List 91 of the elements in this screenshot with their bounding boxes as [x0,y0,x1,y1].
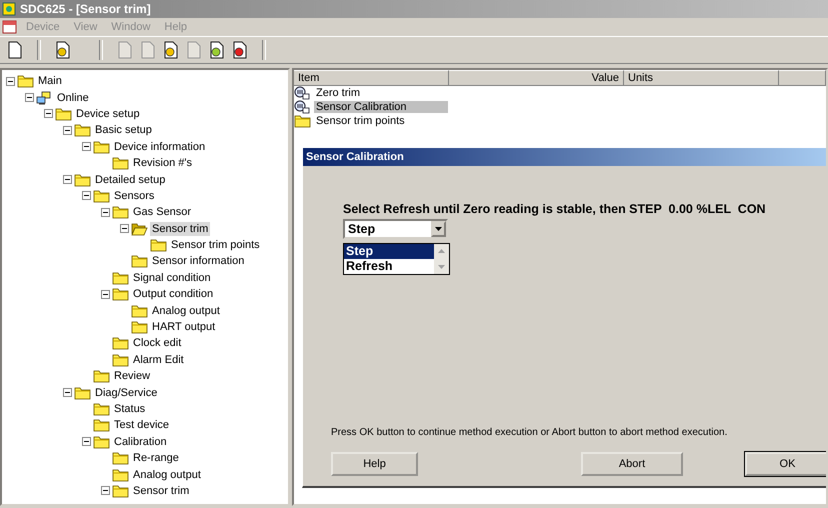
tree-item[interactable]: Detailed setup [93,172,168,187]
step-dropdown[interactable]: Step [343,219,448,239]
list-item[interactable]: Sensor Calibration [314,101,448,113]
tree-item[interactable]: Alarm Edit [131,352,186,367]
folder-icon [112,336,129,350]
collapse-toggle[interactable] [82,437,91,446]
folder-icon [294,114,311,128]
column-header[interactable]: Units [624,70,779,86]
folder-icon [93,140,110,154]
folder-icon [112,205,129,220]
tree-item[interactable]: HART output [150,320,218,334]
collapse-toggle[interactable] [44,109,53,118]
dropdown-option[interactable]: Step [344,244,434,259]
list-item[interactable]: Sensor trim points [314,115,448,127]
folder-icon [93,434,110,449]
collapse-toggle[interactable] [63,126,72,135]
collapse-toggle[interactable] [63,175,72,184]
column-header[interactable] [779,70,826,86]
document-icon[interactable] [2,19,18,35]
open-folder-icon [131,222,148,236]
folder-icon [112,156,129,170]
folder-icon [150,238,167,252]
window-title: SDC625 - [Sensor trim] [20,2,151,16]
column-header[interactable]: Item [294,70,449,86]
folder-icon [74,172,91,187]
tree-item[interactable]: Output condition [131,287,216,302]
collapse-toggle[interactable] [82,191,91,200]
document-icon[interactable] [208,41,226,59]
network-computers-icon [36,90,53,105]
tree-item[interactable]: Sensor trim points [169,238,262,252]
tree-item[interactable]: Sensor information [150,254,246,268]
dropdown-option[interactable]: Refresh [344,259,434,274]
folder-icon [55,106,72,121]
collapse-toggle[interactable] [25,93,34,102]
tree-item[interactable]: Test device [112,418,172,432]
folder-icon [74,386,91,400]
folder-icon [93,188,110,203]
collapse-toggle[interactable] [120,224,129,234]
app-icon [2,2,16,16]
tree-item[interactable]: Main [36,74,64,88]
tree-item[interactable]: Signal condition [131,270,213,285]
folder-icon [17,74,34,88]
tree-item[interactable]: Sensors [112,188,156,203]
tree-item[interactable]: Gas Sensor [131,205,194,220]
dialog-button[interactable]: Abort [581,452,683,476]
folder-icon [93,402,110,416]
tree-item[interactable]: Analog output [150,304,222,318]
list-item[interactable]: Zero trim [314,87,448,99]
folder-icon [93,418,110,432]
tree-item[interactable]: Analog output [131,468,203,482]
tree-item[interactable]: Sensor trim [150,222,210,236]
folder-icon [74,123,91,138]
collapse-toggle[interactable] [101,486,110,496]
dropdown-arrow-icon [435,227,442,231]
dialog-title: Sensor Calibration [303,148,826,166]
tree-item[interactable]: Basic setup [93,123,154,138]
dialog-button[interactable]: OK [745,452,826,476]
tree-item[interactable]: Calibration [112,434,169,449]
prompt-text: Select Refresh until Zero reading is stable, then STEP 0.00 %LEL CON [343,202,767,216]
tree-item[interactable]: Device setup [74,106,142,121]
document-icon[interactable] [162,41,180,59]
tree-item[interactable]: Device information [112,140,208,154]
tree-item[interactable]: Re-range [131,451,181,466]
folder-icon [131,304,148,318]
tree-item[interactable]: Diag/Service [93,386,160,400]
tree-item[interactable]: Online [55,90,91,105]
folder-icon [112,468,129,482]
dialog-button[interactable]: Help [331,452,418,476]
collapse-toggle[interactable] [101,290,110,299]
tree-item[interactable]: Review [112,369,152,384]
folder-icon [112,270,129,285]
folder-icon [112,451,129,466]
help-document-icon[interactable] [54,41,72,59]
tree-item[interactable]: Revision #'s [131,156,194,170]
folder-icon [131,254,148,268]
column-header[interactable]: Value [449,70,624,86]
collapse-toggle[interactable] [101,208,110,217]
collapse-toggle[interactable] [82,142,91,152]
tree-item[interactable]: Clock edit [131,336,184,350]
tree-item[interactable]: Status [112,402,148,416]
new-document-icon[interactable] [6,41,24,59]
collapse-toggle[interactable] [6,76,15,86]
folder-icon [112,484,129,498]
collapse-toggle[interactable] [63,388,72,398]
instruction-text: Press OK button to continue method execution or Abort button to abort method execution. [331,427,728,438]
folder-icon [112,287,129,302]
folder-icon [93,369,110,384]
folder-icon [131,320,148,334]
folder-icon [112,352,129,367]
tree-item[interactable]: Sensor trim [131,484,192,498]
document-icon[interactable] [231,41,249,59]
